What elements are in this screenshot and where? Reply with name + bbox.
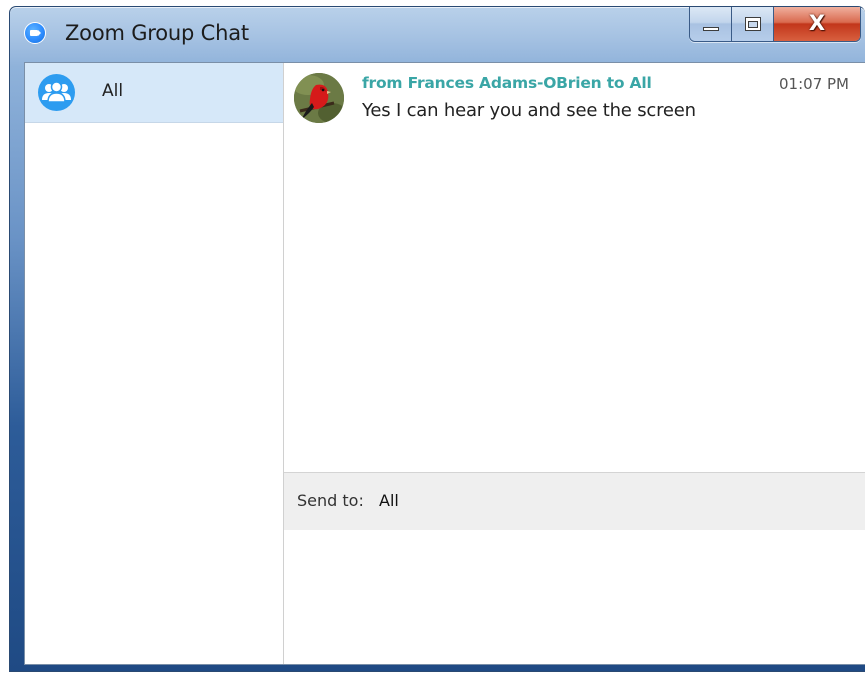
sidebar-item-all[interactable]: All	[25, 63, 283, 123]
message-sender: from Frances Adams-OBrien to All	[362, 74, 652, 92]
sidebar-item-label: All	[102, 81, 124, 101]
message-timestamp: 01:07 PM	[779, 75, 849, 93]
maximize-button[interactable]	[732, 7, 774, 41]
send-to-label: Send to:	[297, 491, 364, 510]
bird-avatar	[294, 73, 344, 123]
chat-main-panel: from Frances Adams-OBrien to All 01:07 P…	[284, 63, 865, 664]
title-bar[interactable]: Zoom Group Chat X	[10, 7, 865, 61]
send-to-bar: Send to: All	[284, 472, 865, 530]
message-text: Yes I can hear you and see the screen	[362, 100, 696, 121]
close-button[interactable]: X	[774, 7, 860, 41]
close-icon: X	[808, 11, 826, 35]
minimize-icon	[703, 27, 719, 31]
minimize-button[interactable]	[690, 7, 732, 41]
message-input[interactable]	[284, 530, 865, 664]
window-title: Zoom Group Chat	[65, 21, 249, 45]
send-to-recipient-dropdown[interactable]: All	[379, 491, 399, 510]
window-controls: X	[689, 7, 861, 42]
group-icon	[38, 74, 75, 111]
conversation-sidebar: All	[25, 63, 284, 664]
maximize-icon	[745, 17, 761, 31]
chat-client-area: All from Frances Adams-OBrien to All 01:…	[24, 62, 865, 665]
zoom-app-icon	[24, 22, 46, 44]
chat-window: Zoom Group Chat X All from Frances Adams…	[9, 6, 865, 672]
